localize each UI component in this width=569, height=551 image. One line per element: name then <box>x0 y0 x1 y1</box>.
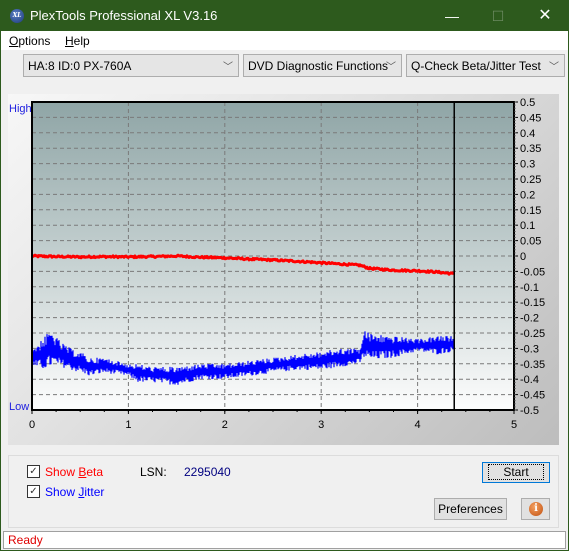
x-tick-label: 3 <box>318 419 324 431</box>
y-tick-label: 0.4 <box>520 128 535 140</box>
checkmark-icon: ✓ <box>29 486 38 497</box>
beta-jitter-chart: 012345 0.50.450.40.350.30.250.20.150.10.… <box>29 97 545 431</box>
y-tick-label: 0.05 <box>520 236 541 248</box>
y-tick-label: -0.5 <box>520 405 539 417</box>
info-button[interactable]: i <box>521 498 550 520</box>
preferences-button[interactable]: Preferences <box>434 498 507 520</box>
x-tick-label: 1 <box>125 419 131 431</box>
app-window: XL PlexTools Professional XL V3.16 — ☐ ✕… <box>0 0 569 551</box>
y-tick-label: -0.4 <box>520 374 539 386</box>
show-beta-checkbox[interactable]: ✓ <box>27 465 40 478</box>
y-tick-label: -0.3 <box>520 343 539 355</box>
y-tick-label: 0.25 <box>520 174 541 186</box>
y-tick-label: 0.1 <box>520 220 535 232</box>
show-jitter-checkbox[interactable]: ✓ <box>27 485 40 498</box>
y-tick-label: -0.45 <box>520 390 545 402</box>
show-beta-label-pre: Show <box>45 465 79 479</box>
show-beta-label-rest: eta <box>86 465 104 479</box>
status-text: Ready <box>8 533 43 547</box>
x-tick-label: 5 <box>511 419 517 431</box>
x-tick-label: 4 <box>415 419 421 431</box>
show-beta-label[interactable]: Show Beta <box>45 465 103 479</box>
y-tick-label: 0.3 <box>520 159 535 171</box>
y-tick-label: -0.1 <box>520 282 539 294</box>
x-tick-label: 0 <box>29 419 35 431</box>
x-tick-label: 2 <box>222 419 228 431</box>
info-icon: i <box>529 502 543 516</box>
y-tick-label: 0.5 <box>520 97 535 109</box>
y-tick-label: -0.35 <box>520 359 545 371</box>
show-jitter-label-pre: Show <box>45 485 79 499</box>
show-jitter-label-rest: itter <box>84 485 105 499</box>
y-tick-label: -0.25 <box>520 328 545 340</box>
y-tick-label: 0.45 <box>520 112 541 124</box>
y-tick-label: -0.05 <box>520 266 545 278</box>
y-axis: 0.5 0.45 0.4 0.35 0.3 0.25 0.2 0.15 0.1 0.05 0 -0.0… <box>514 97 545 417</box>
y-tick-label: 0.2 <box>520 189 535 201</box>
checkmark-icon: ✓ <box>29 466 38 477</box>
y-tick-label: 0 <box>520 251 526 263</box>
lsn-value: 2295040 <box>184 465 231 479</box>
y-tick-label: -0.15 <box>520 297 545 309</box>
lsn-label: LSN: <box>140 465 167 479</box>
show-jitter-label[interactable]: Show Jitter <box>45 485 104 499</box>
start-button-label: Start <box>488 464 544 480</box>
status-bar: Ready <box>3 531 566 549</box>
y-tick-label: -0.2 <box>520 313 539 325</box>
start-button[interactable]: Start <box>482 462 550 483</box>
y-tick-label: 0.35 <box>520 143 541 155</box>
x-axis: 0 1 2 3 4 5 <box>29 410 517 431</box>
y-tick-label: 0.15 <box>520 205 541 217</box>
